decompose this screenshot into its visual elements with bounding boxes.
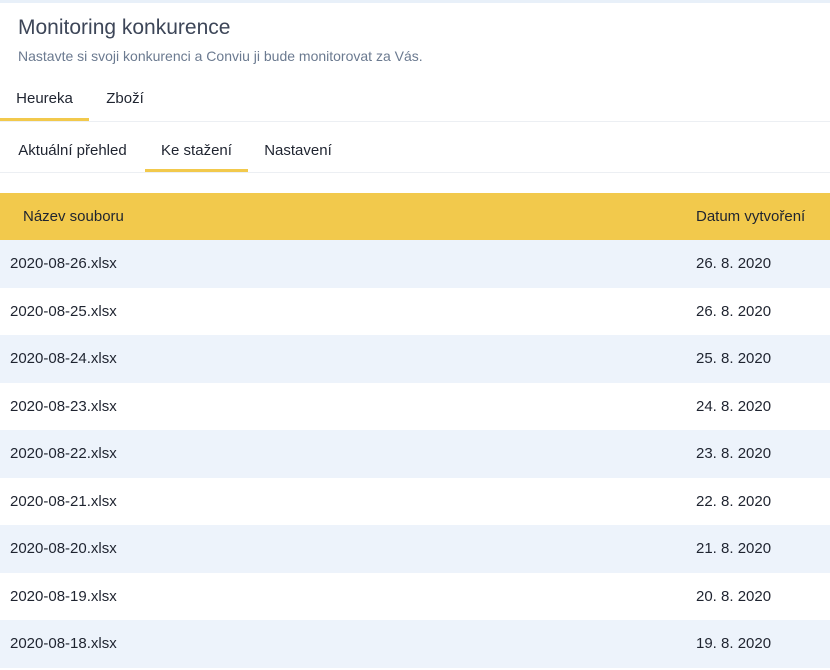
tab-aktualni-prehled[interactable]: Aktuální přehled: [0, 130, 145, 172]
created-date: 19. 8. 2020: [696, 635, 772, 652]
tab-ke-stazeni[interactable]: Ke stažení: [145, 130, 248, 172]
created-date: 26. 8. 2020: [696, 255, 772, 272]
table-row[interactable]: 2020-08-26.xlsx 26. 8. 2020: [0, 240, 830, 288]
table-body: 2020-08-26.xlsx 26. 8. 2020 2020-08-25.xls…: [0, 240, 830, 668]
table-header: Název souboru Datum vytvoření: [0, 193, 830, 240]
tab-heureka[interactable]: Heureka: [0, 78, 89, 121]
table-row[interactable]: 2020-08-18.xlsx 19. 8. 2020: [0, 620, 830, 668]
primary-tabs: Heureka Zboží: [0, 78, 830, 122]
file-name-link[interactable]: 2020-08-18.xlsx: [10, 620, 117, 667]
created-date: 22. 8. 2020: [696, 492, 772, 510]
created-date: 26. 8. 2020: [696, 302, 772, 320]
secondary-tabs: Aktuální přehled Ke stažení Nastavení: [0, 130, 830, 173]
file-name-link[interactable]: 2020-08-20.xlsx: [10, 525, 117, 572]
downloads-table: Název souboru Datum vytvoření 2020-08-26…: [0, 193, 830, 668]
table-row[interactable]: 2020-08-23.xlsx 24. 8. 2020: [0, 382, 830, 430]
file-name-link[interactable]: 2020-08-21.xlsx: [10, 478, 117, 525]
created-date: 20. 8. 2020: [696, 587, 772, 605]
tab-zbozi[interactable]: Zboží: [89, 78, 161, 121]
table-row[interactable]: 2020-08-24.xlsx 25. 8. 2020: [0, 335, 830, 383]
table-row[interactable]: 2020-08-25.xlsx 26. 8. 2020: [0, 287, 830, 335]
table-row[interactable]: 2020-08-21.xlsx 22. 8. 2020: [0, 477, 830, 525]
column-header-created-date[interactable]: Datum vytvoření: [696, 193, 805, 240]
file-name-link[interactable]: 2020-08-25.xlsx: [10, 288, 117, 335]
file-name-link[interactable]: 2020-08-23.xlsx: [10, 383, 117, 430]
file-name-link[interactable]: 2020-08-24.xlsx: [10, 335, 117, 382]
page-title: Monitoring konkurence: [18, 16, 231, 39]
file-name-link[interactable]: 2020-08-19.xlsx: [10, 573, 117, 620]
table-row[interactable]: 2020-08-19.xlsx 20. 8. 2020: [0, 572, 830, 620]
column-header-file-name[interactable]: Název souboru: [23, 193, 124, 240]
page-subtitle: Nastavte si svoji konkurenci a Conviu ji…: [18, 48, 423, 64]
file-name-link[interactable]: 2020-08-26.xlsx: [10, 240, 117, 287]
created-date: 21. 8. 2020: [696, 540, 772, 557]
created-date: 25. 8. 2020: [696, 350, 772, 367]
created-date: 24. 8. 2020: [696, 397, 772, 415]
top-border: [0, 0, 830, 3]
file-name-link[interactable]: 2020-08-22.xlsx: [10, 430, 117, 477]
table-row[interactable]: 2020-08-20.xlsx 21. 8. 2020: [0, 525, 830, 573]
table-row[interactable]: 2020-08-22.xlsx 23. 8. 2020: [0, 430, 830, 478]
created-date: 23. 8. 2020: [696, 445, 772, 462]
tab-nastaveni[interactable]: Nastavení: [248, 130, 348, 172]
